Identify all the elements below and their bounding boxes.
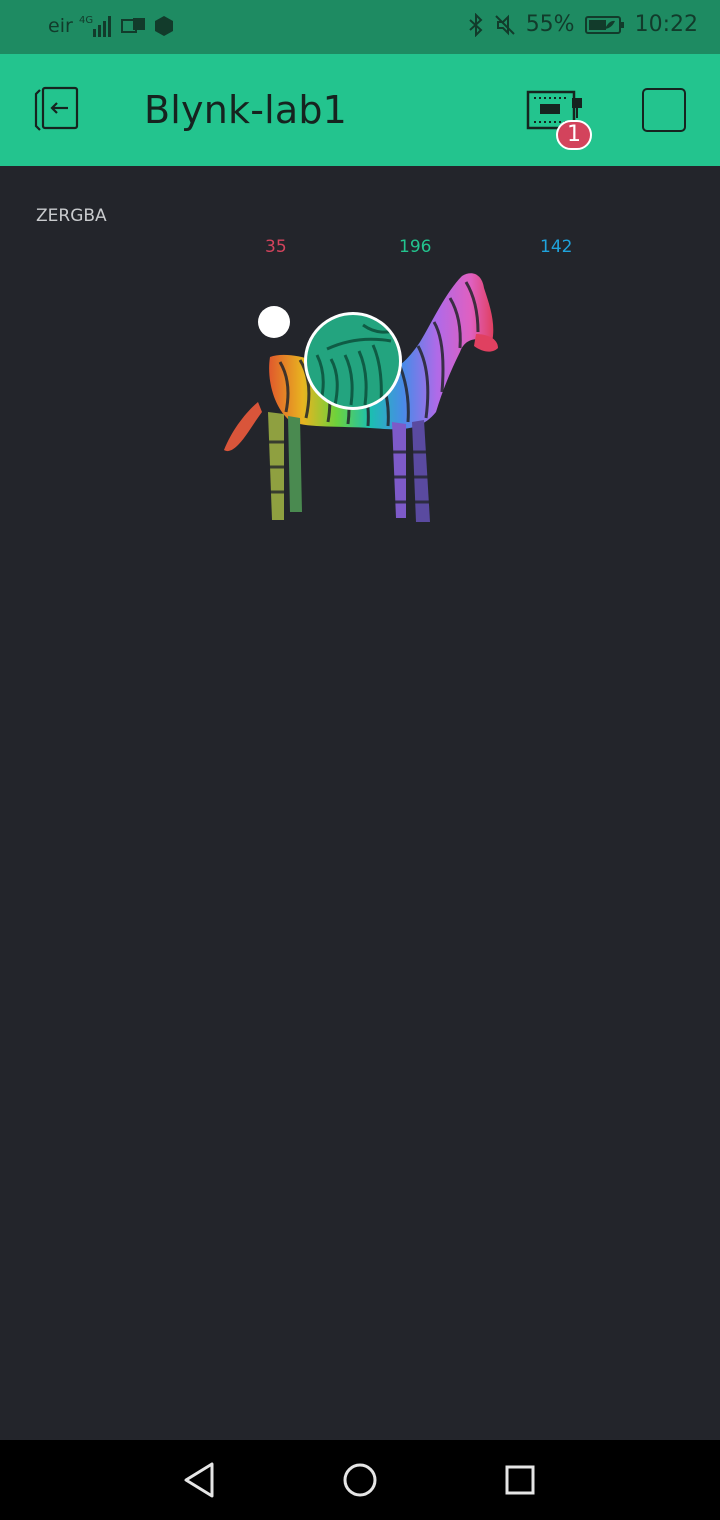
battery-icon xyxy=(584,14,625,36)
status-left: eir 4G xyxy=(48,13,175,39)
nav-back-button[interactable] xyxy=(180,1460,220,1500)
zebra-zoom-pattern xyxy=(315,323,394,406)
selected-color-preview xyxy=(304,312,402,410)
triangle-back-icon xyxy=(184,1462,214,1498)
carrier-name: eir xyxy=(48,15,73,37)
clock: 10:22 xyxy=(634,12,698,37)
notification-icon xyxy=(120,16,147,36)
svg-text:4G: 4G xyxy=(79,15,93,26)
project-title: Blynk-lab1 xyxy=(144,88,348,132)
nav-home-button[interactable] xyxy=(340,1460,380,1500)
green-value: 196 xyxy=(399,237,432,257)
app-bar: Blynk-lab1 xyxy=(0,54,720,166)
blue-value: 142 xyxy=(540,237,573,257)
exit-project-button[interactable] xyxy=(30,86,82,134)
mute-icon xyxy=(494,13,516,37)
status-bar: eir 4G 55% 10:22 xyxy=(0,0,720,54)
stop-square-icon[interactable] xyxy=(642,88,686,132)
color-picker-handle[interactable] xyxy=(258,306,290,338)
battery-percent: 55% xyxy=(525,12,575,37)
status-right: 55% 10:22 xyxy=(468,12,698,37)
nav-recent-button[interactable] xyxy=(500,1460,540,1500)
device-count-badge: 1 xyxy=(556,120,592,150)
red-value: 35 xyxy=(265,237,287,257)
exit-arrow-icon xyxy=(34,86,79,131)
widget-label: ZERGBA xyxy=(36,206,107,226)
bluetooth-icon xyxy=(468,12,484,37)
signal-icon: 4G xyxy=(79,13,115,39)
square-recent-icon xyxy=(505,1465,535,1495)
app-notification-icon xyxy=(153,15,175,37)
system-nav-bar xyxy=(0,1440,720,1520)
circle-home-icon xyxy=(343,1463,377,1497)
